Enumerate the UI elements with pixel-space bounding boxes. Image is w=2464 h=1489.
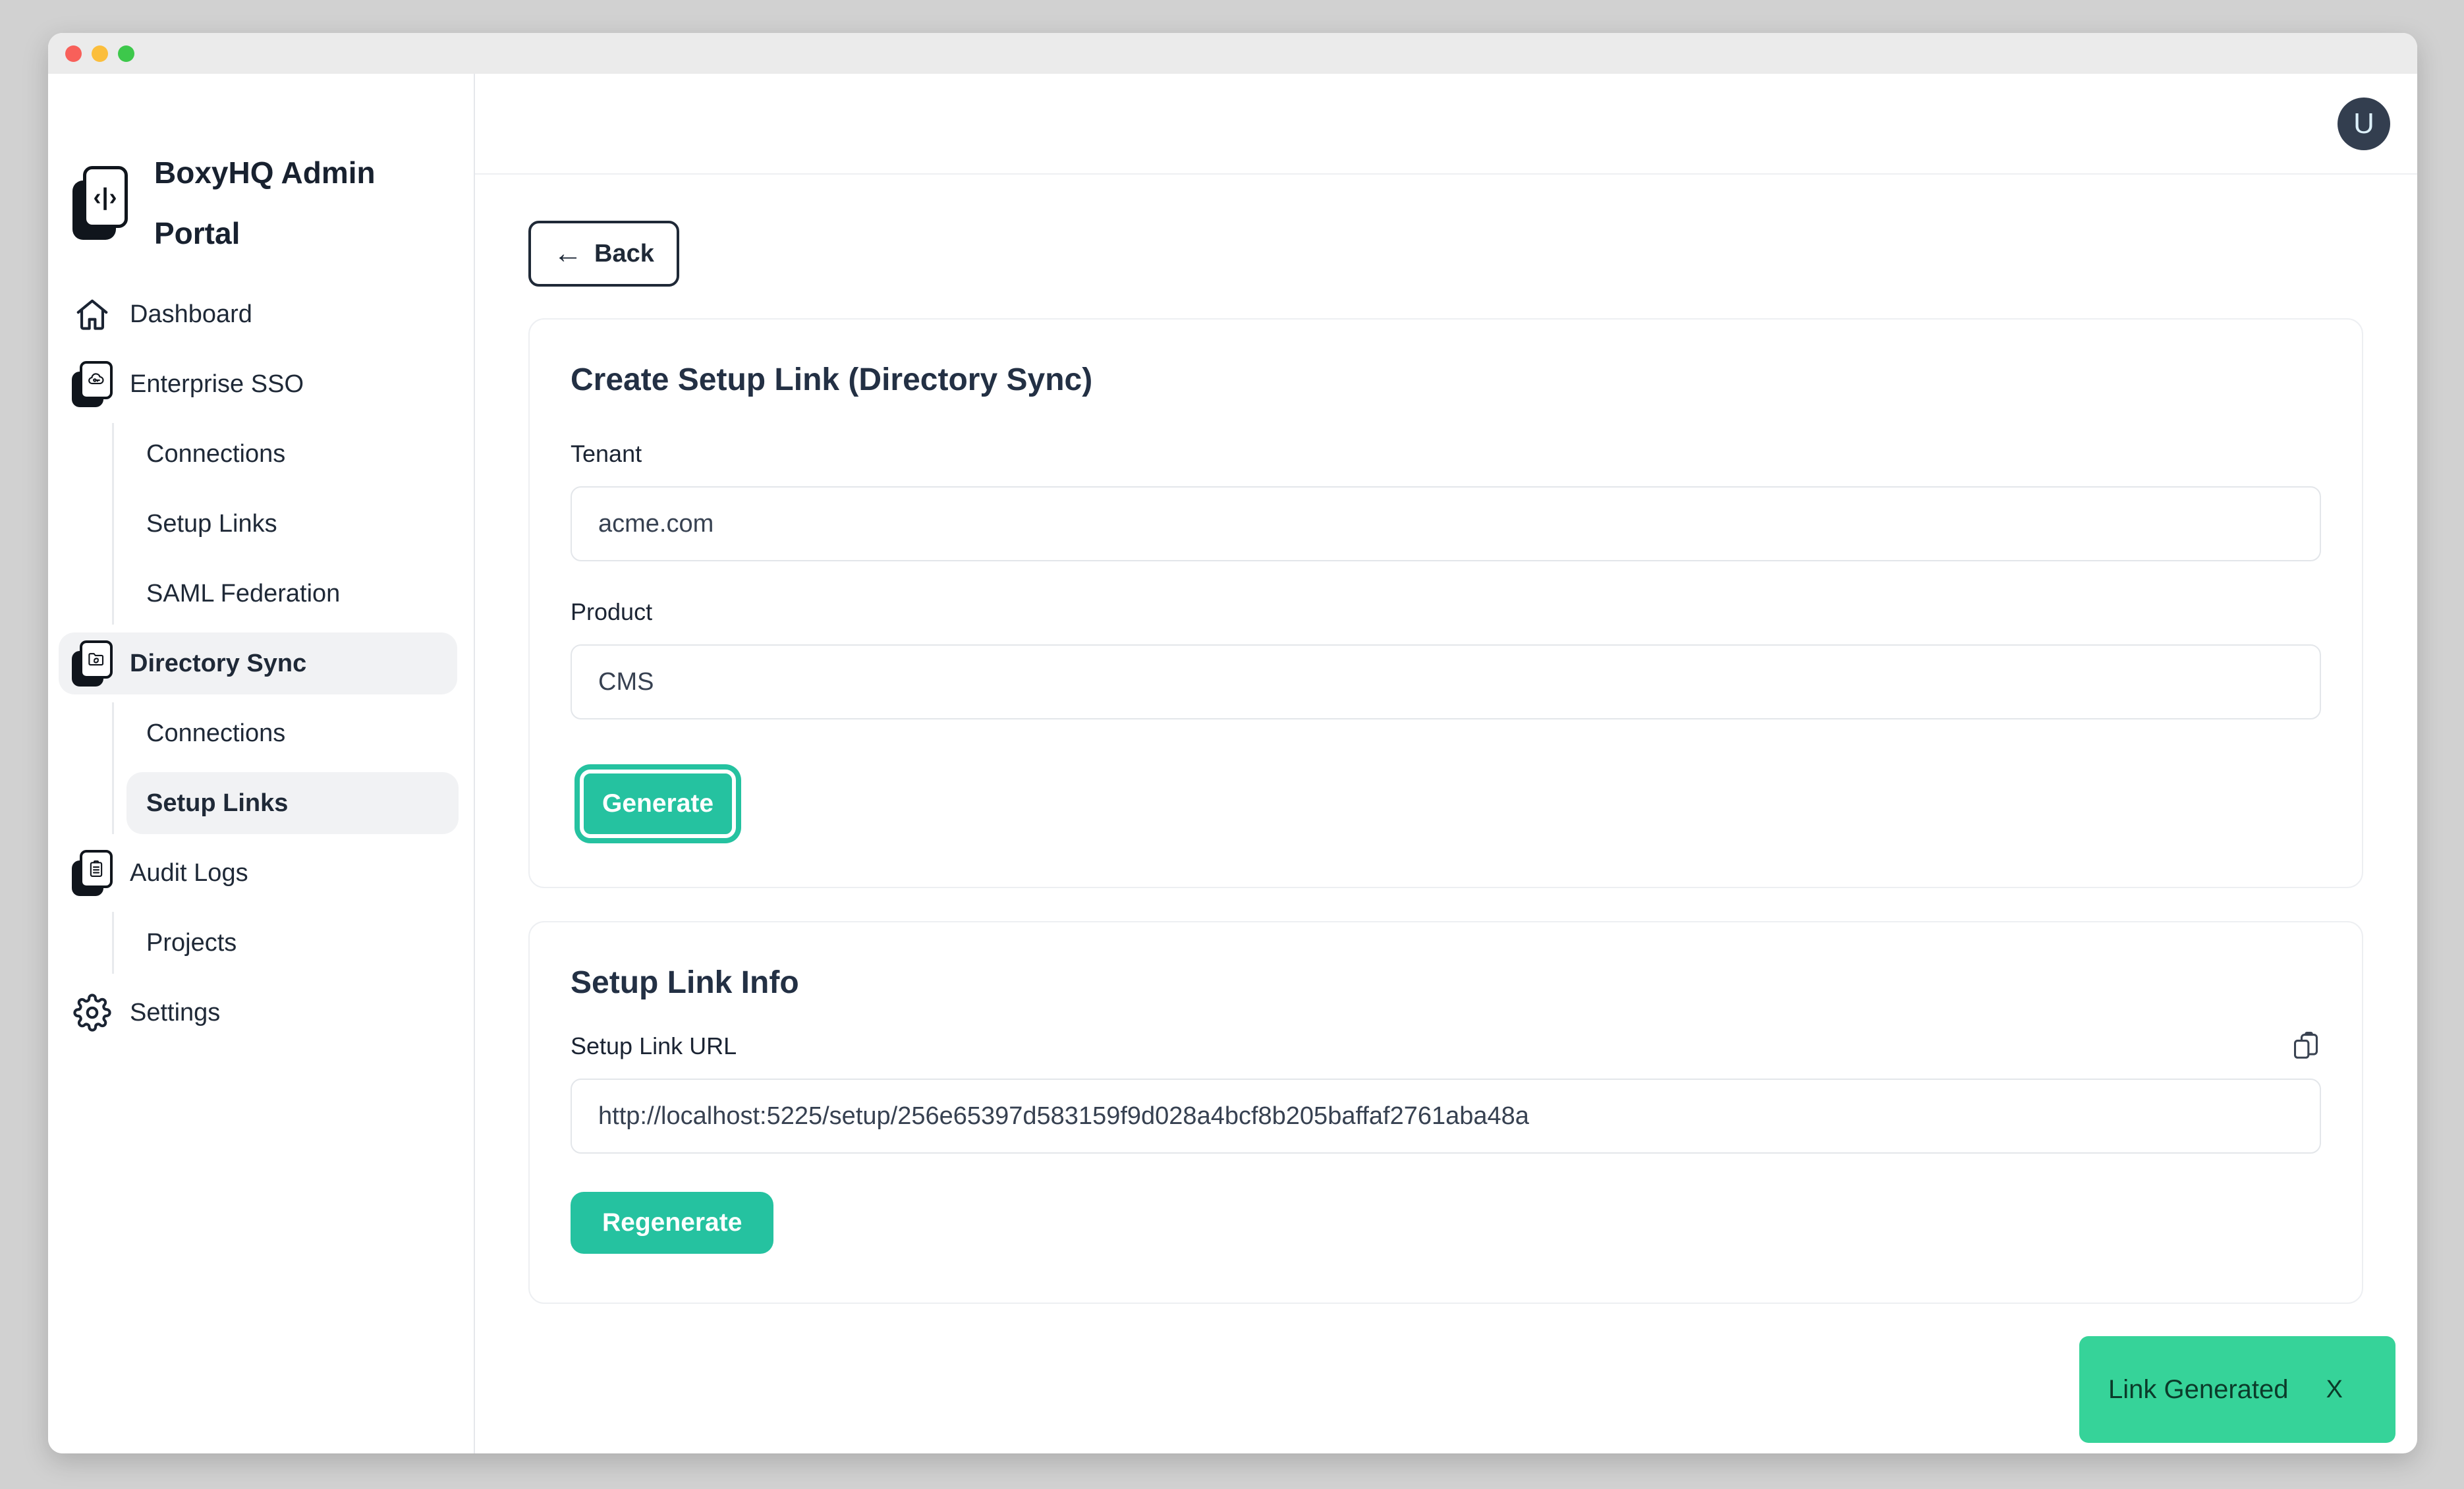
sidebar-item-enterprise-sso[interactable]: Enterprise SSO <box>48 353 474 415</box>
sidebar-item-sso-setup-links[interactable]: Setup Links <box>114 493 474 555</box>
title-bar <box>48 33 2417 74</box>
setup-link-info-card: Setup Link Info Setup Link URL Regen <box>528 921 2363 1304</box>
top-header: U <box>475 74 2417 175</box>
gear-icon <box>72 994 113 1032</box>
tenant-label: Tenant <box>571 440 2321 468</box>
sidebar-subgroup-enterprise-sso: Connections Setup Links SAML Federation <box>112 423 474 625</box>
sidebar-nav: Dashboard Enterprise SSO <box>48 283 474 1044</box>
product-input[interactable] <box>571 644 2321 719</box>
create-card-title: Create Setup Link (Directory Sync) <box>571 362 2321 398</box>
sidebar-item-dsync-setup-links[interactable]: Setup Links <box>126 772 459 834</box>
sidebar-item-dashboard[interactable]: Dashboard <box>48 283 474 345</box>
sso-document-icon <box>72 361 113 407</box>
copy-icon[interactable] <box>2291 1031 2321 1061</box>
app-window: ‹|› BoxyHQ Admin Portal Dashboard <box>48 33 2417 1453</box>
toast-link-generated: Link Generated X <box>2079 1336 2395 1443</box>
close-button[interactable] <box>65 45 82 62</box>
setup-link-url-input[interactable] <box>571 1079 2321 1154</box>
directory-sync-document-icon <box>72 640 113 687</box>
minimize-button[interactable] <box>92 45 108 62</box>
sidebar-subgroup-directory-sync: Connections Setup Links <box>112 702 474 834</box>
sidebar-item-dsync-connections[interactable]: Connections <box>114 702 474 764</box>
product-label: Product <box>571 598 2321 626</box>
tenant-input[interactable] <box>571 486 2321 561</box>
back-button[interactable]: ← Back <box>528 221 679 287</box>
toast-message: Link Generated <box>2108 1375 2289 1405</box>
audit-logs-document-icon <box>72 850 113 896</box>
brand[interactable]: ‹|› BoxyHQ Admin Portal <box>48 142 474 264</box>
sidebar-item-sso-connections[interactable]: Connections <box>114 423 474 485</box>
generate-button[interactable]: Generate <box>580 770 736 838</box>
sidebar-item-settings[interactable]: Settings <box>48 982 474 1044</box>
regenerate-button[interactable]: Regenerate <box>571 1192 773 1254</box>
sidebar-item-saml-federation[interactable]: SAML Federation <box>114 563 474 625</box>
boxyhq-logo-icon: ‹|› <box>72 166 128 240</box>
setup-link-url-label: Setup Link URL <box>571 1032 737 1060</box>
sidebar: ‹|› BoxyHQ Admin Portal Dashboard <box>48 74 475 1453</box>
sidebar-item-projects[interactable]: Projects <box>114 912 474 974</box>
home-icon <box>72 295 113 333</box>
sidebar-item-directory-sync[interactable]: Directory Sync <box>59 632 457 694</box>
back-arrow-icon: ← <box>553 239 582 268</box>
toast-close-button[interactable]: X <box>2326 1376 2343 1404</box>
maximize-button[interactable] <box>118 45 134 62</box>
create-setup-link-card: Create Setup Link (Directory Sync) Tenan… <box>528 318 2363 888</box>
main-content: ← Back Create Setup Link (Directory Sync… <box>475 175 2417 1453</box>
brand-title: BoxyHQ Admin Portal <box>154 142 376 264</box>
user-avatar[interactable]: U <box>2338 98 2390 150</box>
sidebar-item-audit-logs[interactable]: Audit Logs <box>48 842 474 904</box>
sidebar-subgroup-audit-logs: Projects <box>112 912 474 974</box>
info-card-title: Setup Link Info <box>571 965 2321 1001</box>
